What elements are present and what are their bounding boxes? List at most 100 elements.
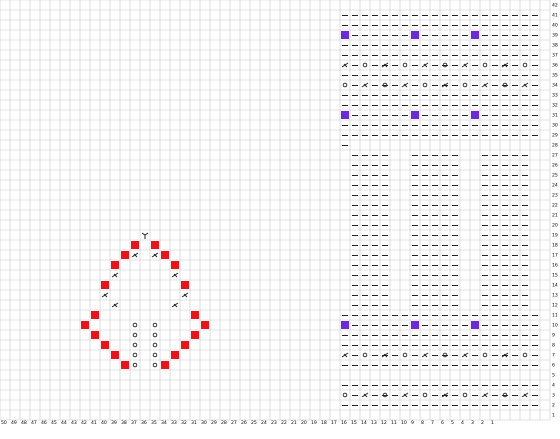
purple-square [411, 31, 419, 39]
red-square [181, 341, 189, 349]
column-number: 21 [291, 420, 297, 426]
row-number: 10 [552, 323, 558, 329]
row-number: 30 [552, 123, 558, 129]
increase-symbol [141, 232, 149, 239]
column-number: 25 [251, 420, 257, 426]
purple-square [341, 31, 349, 39]
purple-square [411, 111, 419, 119]
column-number: 35 [151, 420, 157, 426]
column-number: 18 [321, 420, 327, 426]
column-number: 15 [351, 420, 357, 426]
column-number: 23 [271, 420, 277, 426]
yarn-over-symbol [152, 322, 158, 328]
chart-canvas[interactable]: 4241403938373635343332313029282726252423… [0, 0, 560, 439]
knitting-chart[interactable]: 42 41 40 39 38 37 36 35 34 33 32 31 30 29 28 27 26 25 24 23… [0, 0, 560, 439]
column-number: 4 [461, 420, 464, 426]
column-number: 27 [231, 420, 237, 426]
red-square [121, 251, 129, 259]
row-number: 31 [552, 113, 558, 119]
column-number: 33 [171, 420, 177, 426]
row-number: 3 [552, 393, 555, 399]
row-number: 8 [552, 343, 555, 349]
row-number: 36 [552, 63, 558, 69]
column-number: 34 [161, 420, 167, 426]
purple-square [471, 111, 479, 119]
column-number: 42 [81, 420, 87, 426]
column-number: 45 [51, 420, 57, 426]
row-number: 34 [552, 83, 558, 89]
row-number: 26 [552, 163, 558, 169]
yarn-over-symbol [132, 332, 138, 338]
column-number: 29 [211, 420, 217, 426]
column-number: 10 [401, 420, 407, 426]
red-square [131, 241, 139, 249]
column-number: 26 [241, 420, 247, 426]
row-number: 14 [552, 283, 558, 289]
yarn-over-symbol [132, 342, 138, 348]
row-number: 11 [552, 313, 558, 319]
purple-square [341, 111, 349, 119]
column-number: 50 [1, 420, 7, 426]
yarn-over-symbol [482, 62, 488, 68]
column-number: 49 [11, 420, 17, 426]
purple-square [341, 321, 349, 329]
yarn-over-symbol [152, 362, 158, 368]
row-number: 13 [552, 293, 558, 299]
red-square [111, 351, 119, 359]
column-number: 9 [411, 420, 414, 426]
row-number: 35 [552, 73, 558, 79]
column-number: 30 [201, 420, 207, 426]
row-number: 24 [552, 183, 558, 189]
row-number: 28 [552, 143, 558, 149]
column-number: 43 [71, 420, 77, 426]
row-number: 9 [552, 333, 555, 339]
row-number: 19 [552, 233, 558, 239]
purple-square [471, 321, 479, 329]
column-number: 11 [391, 420, 397, 426]
row-number: 41 [552, 13, 558, 19]
yarn-over-symbol [132, 352, 138, 358]
row-number: 20 [552, 223, 558, 229]
column-number: 37 [131, 420, 137, 426]
row-number: 5 [552, 373, 555, 379]
row-number: 18 [552, 243, 558, 249]
row-number: 22 [552, 203, 558, 209]
column-number: 46 [41, 420, 47, 426]
row-number: 2 [552, 403, 555, 409]
column-number: 39 [111, 420, 117, 426]
red-square [111, 261, 119, 269]
column-number: 3 [471, 420, 474, 426]
column-number: 36 [141, 420, 147, 426]
column-number: 32 [181, 420, 187, 426]
yarn-over-symbol [522, 352, 528, 358]
row-number: 27 [552, 153, 558, 159]
column-number: 7 [431, 420, 434, 426]
row-number: 4 [552, 383, 555, 389]
row-number: 12 [552, 303, 558, 309]
row-number: 29 [552, 133, 558, 139]
red-square [201, 321, 209, 329]
yarn-over-symbol [522, 62, 528, 68]
yarn-over-symbol [422, 392, 428, 398]
column-number: 47 [31, 420, 37, 426]
column-number: 5 [451, 420, 454, 426]
yarn-over-symbol [462, 82, 468, 88]
column-number: 17 [331, 420, 337, 426]
yarn-over-symbol [362, 352, 368, 358]
red-square [151, 241, 159, 249]
row-number: 32 [552, 103, 558, 109]
yarn-over-symbol [342, 392, 348, 398]
yarn-over-symbol [152, 342, 158, 348]
red-square [171, 261, 179, 269]
purple-square [411, 321, 419, 329]
yarn-over-symbol [342, 82, 348, 88]
red-square [161, 361, 169, 369]
column-number: 28 [221, 420, 227, 426]
row-number: 38 [552, 43, 558, 49]
red-square [121, 361, 129, 369]
red-square [91, 311, 99, 319]
column-number: 14 [361, 420, 367, 426]
yarn-over-symbol [132, 362, 138, 368]
yarn-over-symbol [462, 392, 468, 398]
yarn-over-symbol [152, 352, 158, 358]
